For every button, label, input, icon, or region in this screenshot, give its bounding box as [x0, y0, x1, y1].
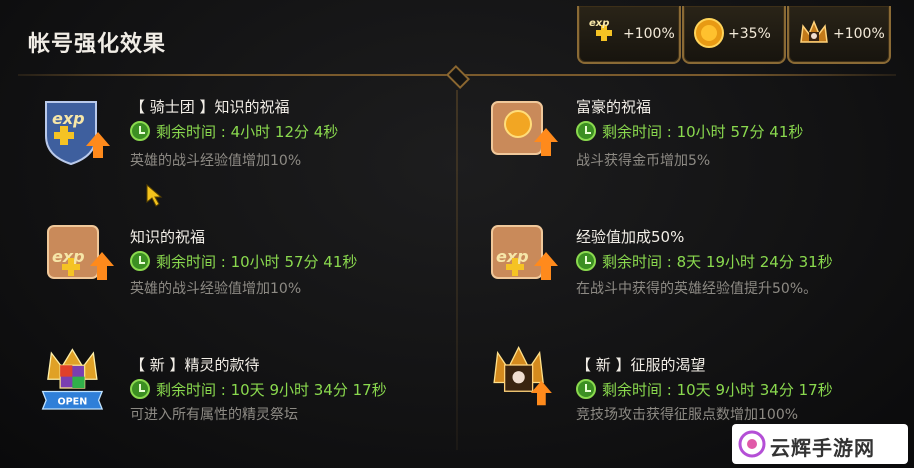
svg-text:exp: exp	[589, 18, 609, 29]
buff-timer-text: 剩余时间 : 4小时 12分 4秒	[156, 123, 339, 141]
conquest-crown-icon	[800, 20, 828, 43]
buff-timer-text: 剩余时间 : 8天 19小时 24分 31秒	[602, 253, 833, 271]
buff-description: 可进入所有属性的精灵祭坛	[130, 407, 298, 423]
buff-name: 【 骑士团 】知识的祝福	[130, 98, 290, 116]
stopwatch-icon	[130, 379, 150, 399]
conquest-bonus-badge[interactable]: +100%	[787, 6, 891, 64]
buff-description: 在战斗中获得的英雄经验值提升50%。	[576, 281, 818, 297]
mouse-cursor-icon	[146, 184, 163, 207]
buff-description: 战斗获得金币增加5%	[576, 153, 711, 169]
buff-name: 【 新 】精灵的款待	[130, 356, 260, 374]
buff-description: 英雄的战斗经验值增加10%	[130, 281, 302, 297]
exp-bonus-badge[interactable]: exp +100%	[577, 6, 681, 64]
gold-bonus-value: +35%	[728, 26, 771, 42]
exp-bonus-value: +100%	[623, 26, 675, 42]
stopwatch-icon	[130, 251, 150, 271]
exp-scroll-icon: exp	[491, 225, 558, 280]
watermark: 云辉手游网	[732, 424, 908, 464]
exp-plus-icon: exp	[589, 18, 612, 41]
buff-description: 英雄的战斗经验值增加10%	[130, 153, 302, 169]
buff-name: 经验值加成50%	[576, 228, 685, 246]
knights-exp-shield-icon: exp	[45, 101, 110, 166]
column-divider	[456, 90, 458, 450]
svg-text:exp: exp	[52, 109, 85, 128]
conquest-crown-icon	[493, 346, 552, 406]
buff-timer-text: 剩余时间 : 10小时 57分 41秒	[602, 123, 804, 141]
buff-timer-text: 剩余时间 : 10天 9小时 34分 17秒	[156, 381, 387, 399]
panel-title: 帐号强化效果	[28, 32, 167, 57]
gold-scroll-icon	[491, 101, 558, 156]
buff-description: 竞技场攻击获得征服点数增加100%	[576, 407, 799, 423]
divider-ornament	[445, 64, 471, 90]
gold-bonus-badge[interactable]: +35%	[682, 6, 786, 64]
stopwatch-icon	[576, 379, 596, 399]
buff-timer-text: 剩余时间 : 10天 9小时 34分 17秒	[602, 381, 833, 399]
conquest-bonus-value: +100%	[833, 26, 885, 42]
buff-name: 知识的祝福	[130, 228, 206, 246]
watermark-logo-icon	[738, 430, 766, 458]
buff-timer-text: 剩余时间 : 10小时 57分 41秒	[156, 253, 358, 271]
buff-name: 【 新 】征服的渴望	[576, 356, 706, 374]
gold-coin-icon	[694, 18, 724, 48]
account-buff-panel: 帐号强化效果 exp +100% +35% +100% exp 【 骑士团 】知…	[0, 0, 914, 468]
stopwatch-icon	[576, 251, 596, 271]
exp-scroll-icon: exp	[47, 225, 114, 280]
watermark-text: 云辉手游网	[770, 436, 875, 460]
buff-name: 富豪的祝福	[576, 98, 652, 116]
open-badge-label: OPEN	[57, 397, 87, 408]
stopwatch-icon	[576, 121, 596, 141]
stopwatch-icon	[130, 121, 150, 141]
spirit-crown-open-icon: OPEN	[41, 348, 104, 410]
